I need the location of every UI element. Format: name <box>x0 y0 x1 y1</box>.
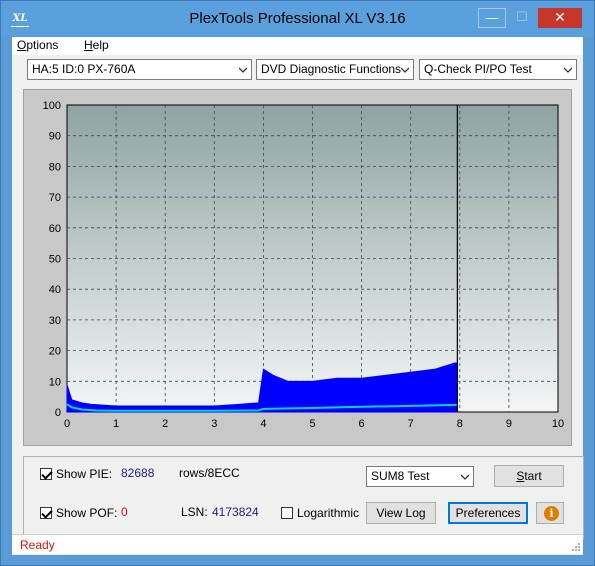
show-pof-label: Show POF: <box>56 506 118 520</box>
info-icon: i <box>544 506 559 521</box>
menu-options[interactable]: Options <box>17 38 58 52</box>
app-window: XL PlexTools Professional XL V3.16 — ☐ ✕… <box>0 0 595 566</box>
y-tick-label: 100 <box>43 100 61 112</box>
x-tick-label: 9 <box>506 418 512 430</box>
function-select-value: DVD Diagnostic Functions <box>261 62 402 76</box>
chart-panel: 0 1 2 3 4 5 6 7 8 9 10 0 10 20 30 40 50 60 70 80 90 100 <box>23 89 572 446</box>
chevron-down-icon <box>564 66 572 74</box>
function-select[interactable]: DVD Diagnostic Functions <box>256 59 414 80</box>
x-tick-label: 5 <box>309 418 315 430</box>
sum-test-select[interactable]: SUM8 Test <box>366 466 474 487</box>
toolbar: HA:5 ID:0 PX-760A DVD Diagnostic Functio… <box>12 55 583 85</box>
pi-po-chart: 0 1 2 3 4 5 6 7 8 9 100102030405060708090100 <box>43 100 564 430</box>
x-tick-label: 10 <box>552 418 564 430</box>
y-tick-label: 30 <box>49 315 61 327</box>
resize-grip-icon[interactable] <box>571 542 581 552</box>
close-button[interactable]: ✕ <box>538 8 582 28</box>
view-log-button[interactable]: View Log <box>366 502 436 524</box>
status-bar: Ready <box>12 534 583 554</box>
y-tick-label: 90 <box>49 131 61 143</box>
lsn-value: 4173824 <box>212 505 259 519</box>
x-tick-label: 3 <box>211 418 217 430</box>
y-tick-label: 10 <box>49 376 61 388</box>
lsn-label: LSN: <box>181 505 208 519</box>
logarithmic-checkbox[interactable] <box>281 507 293 519</box>
x-tick-label: 2 <box>162 418 168 430</box>
chevron-down-icon <box>401 66 409 74</box>
show-pof-checkbox[interactable] <box>40 507 52 519</box>
x-tick-label: 0 <box>64 418 70 430</box>
info-button[interactable]: i <box>536 502 564 524</box>
maximize-button[interactable]: ☐ <box>508 8 536 28</box>
y-tick-label: 70 <box>49 192 61 204</box>
x-tick-label: 4 <box>260 418 266 430</box>
chevron-down-icon <box>239 66 247 74</box>
status-text: Ready <box>20 538 55 552</box>
x-tick-label: 1 <box>113 418 119 430</box>
y-tick-label: 0 <box>55 407 61 419</box>
y-tick-label: 40 <box>49 284 61 296</box>
y-tick-label: 50 <box>49 254 61 266</box>
y-tick-label: 20 <box>49 346 61 358</box>
pie-value: 82688 <box>121 466 155 480</box>
sum-test-value: SUM8 Test <box>371 469 430 483</box>
y-tick-label: 80 <box>49 161 61 173</box>
client-area: Options Help HA:5 ID:0 PX-760A DVD Diagn… <box>12 37 584 555</box>
preferences-button[interactable]: Preferences <box>448 502 528 524</box>
chevron-down-icon <box>461 473 469 481</box>
drive-select-value: HA:5 ID:0 PX-760A <box>32 62 136 76</box>
title-bar[interactable]: XL PlexTools Professional XL V3.16 — ☐ ✕ <box>1 1 594 37</box>
test-select[interactable]: Q-Check PI/PO Test <box>419 59 577 80</box>
x-tick-label: 8 <box>457 418 463 430</box>
x-tick-label: 7 <box>408 418 414 430</box>
pie-unit: rows/8ECC <box>179 466 240 480</box>
start-button[interactable]: Start <box>494 465 564 487</box>
y-tick-label: 60 <box>49 223 61 235</box>
show-pie-label: Show PIE: <box>56 467 113 481</box>
menu-bar: Options Help <box>12 37 583 55</box>
test-select-value: Q-Check PI/PO Test <box>424 62 532 76</box>
logarithmic-label: Logarithmic <box>297 506 360 520</box>
show-pie-checkbox[interactable] <box>40 468 52 480</box>
controls-panel: Show PIE: 82688 rows/8ECC SUM8 Test Star… <box>23 456 584 540</box>
minimize-button[interactable]: — <box>478 8 506 28</box>
menu-help[interactable]: Help <box>84 38 109 52</box>
drive-select[interactable]: HA:5 ID:0 PX-760A <box>27 59 252 80</box>
x-tick-label: 6 <box>359 418 365 430</box>
pof-value: 0 <box>121 505 128 519</box>
